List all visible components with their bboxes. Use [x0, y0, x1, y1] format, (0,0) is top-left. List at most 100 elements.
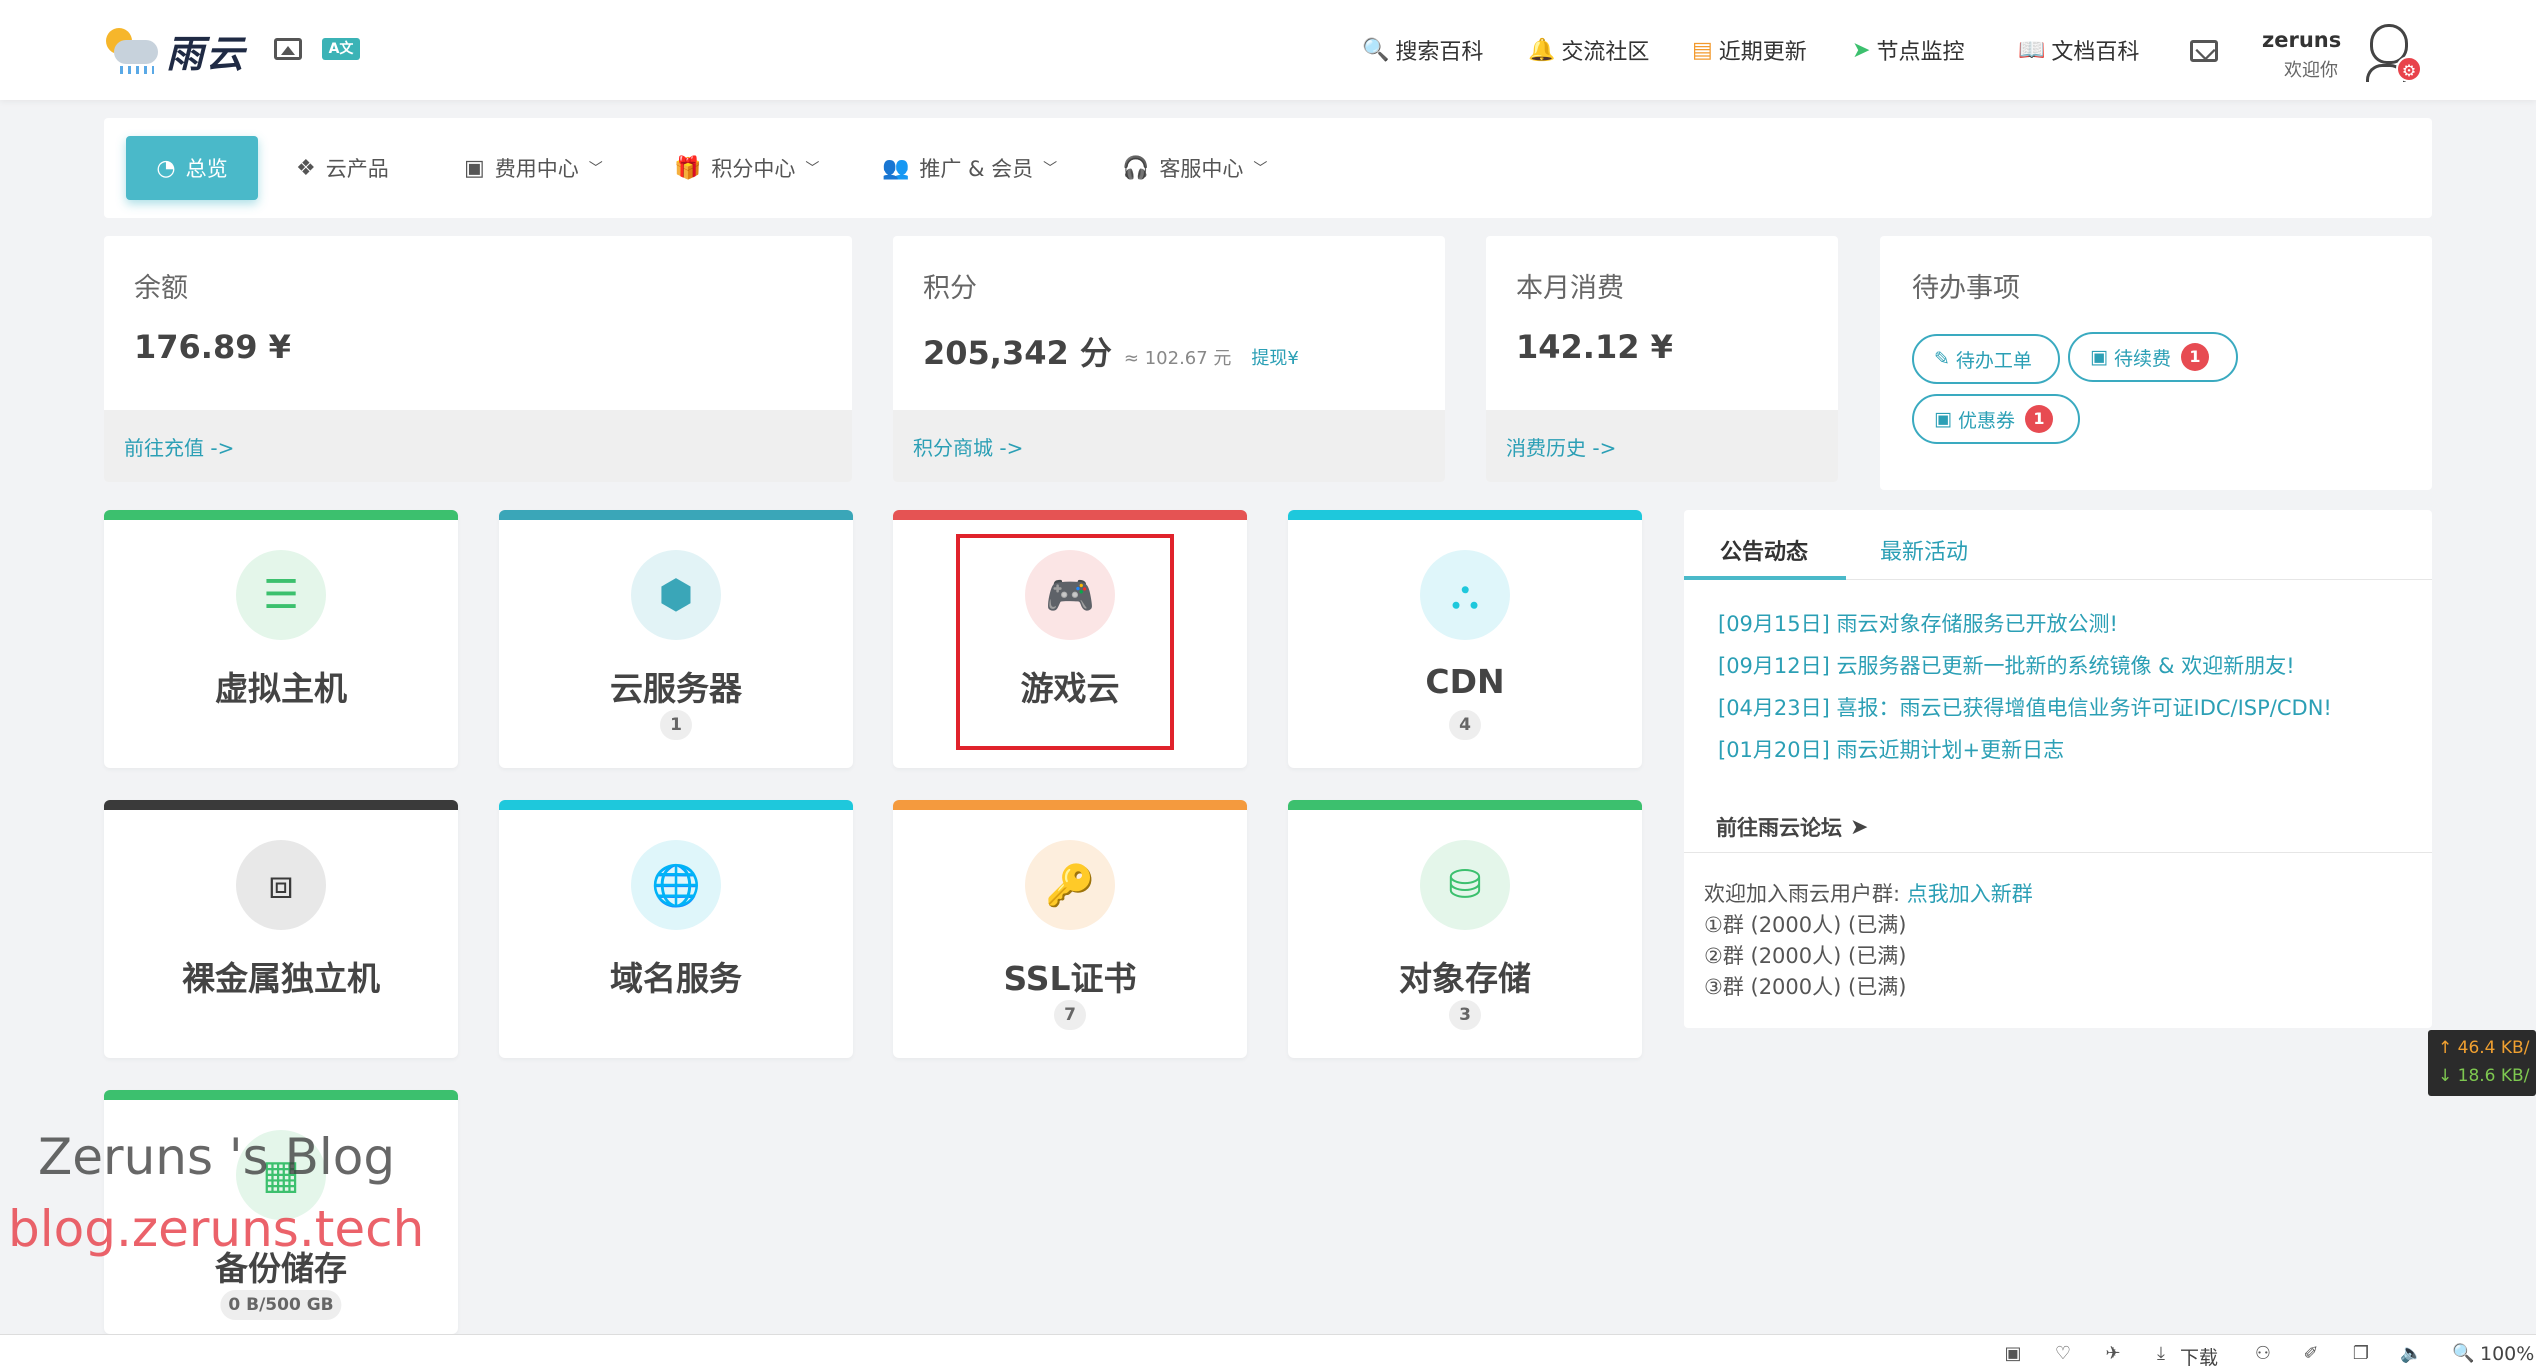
coupon-button[interactable]: ▣ 优惠券 1 — [1912, 394, 2080, 444]
avatar[interactable]: ⚙ — [2364, 20, 2422, 82]
tile-cdn[interactable]: ⛬ CDN 4 — [1288, 510, 1642, 768]
balance-card: 余额 176.89 ¥ 前往充值 -> — [104, 236, 852, 482]
user-name[interactable]: zeruns — [2262, 28, 2341, 52]
tile-bare-metal[interactable]: ⧈ 裸金属独立机 — [104, 800, 458, 1058]
headset-icon: 🎧 — [1122, 155, 1150, 181]
nav-promotion[interactable]: 👥 推广 & 会员 ﹀ — [882, 136, 1057, 200]
users-icon: 👥 — [882, 155, 910, 181]
zoom-level[interactable]: 100% — [2480, 1343, 2534, 1365]
monthly-spend-label: 本月消费 — [1516, 273, 1624, 304]
image-icon[interactable] — [274, 38, 302, 60]
join-group-link[interactable]: 点我加入新群 — [1907, 882, 2033, 906]
points-approx: ≈ 102.67 元 — [1123, 348, 1232, 369]
nav-cloud-products[interactable]: ❖ 云产品 — [296, 136, 389, 200]
gamepad-small-icon[interactable]: ⚇ — [2252, 1343, 2274, 1365]
count-badge: 1 — [2024, 405, 2053, 433]
network-speed-widget: ↑ 46.4 KB/ ↓ 18.6 KB/ — [2428, 1030, 2536, 1096]
pending-ticket-button[interactable]: ✎ 待办工单 — [1912, 334, 2060, 384]
nav-promotion-label: 推广 & 会员 — [919, 157, 1034, 181]
brush-icon[interactable]: ✐ — [2300, 1343, 2322, 1365]
points-label: 积分 — [923, 273, 977, 304]
recharge-link[interactable]: 前往充值 -> — [124, 432, 234, 461]
zoom-icon[interactable]: 🔍 — [2452, 1343, 2474, 1365]
cubes-icon: ❖ — [296, 155, 316, 181]
nav-cloud-products-label: 云产品 — [325, 157, 389, 181]
tile-virtual-host[interactable]: ☰ 虚拟主机 — [104, 510, 458, 768]
watermark-title: Zeruns 's Blog — [38, 1128, 396, 1186]
tile-title: CDN — [1425, 662, 1505, 701]
site-logo[interactable]: 雨云 — [100, 22, 246, 78]
points-value: 205,342 分 ≈ 102.67 元 提现¥ — [923, 334, 1299, 372]
news-item[interactable]: [04月23日] 喜报：雨云已获得增值电信业务许可证IDC/ISP/CDN! — [1718, 692, 2332, 722]
frame-icon: ⧈ — [236, 840, 326, 930]
tab-announcements[interactable]: 公告动态 — [1720, 534, 1808, 566]
news-item[interactable]: [09月12日] 云服务器已更新一批新的系统镜像 & 欢迎新朋友! — [1718, 650, 2295, 680]
window-icon[interactable]: ❐ — [2350, 1343, 2372, 1365]
spend-history-link[interactable]: 消费历史 -> — [1506, 432, 1616, 461]
tile-count: 4 — [1449, 710, 1481, 740]
withdraw-link[interactable]: 提现¥ — [1251, 344, 1298, 370]
main-nav: ◔ 总览 ❖ 云产品 ▣ 费用中心 ﹀ 🎁 积分中心 ﹀ 👥 推广 & 会员 ﹀… — [104, 118, 2432, 218]
mail-icon[interactable] — [2190, 40, 2218, 62]
tile-count: 3 — [1449, 1000, 1481, 1030]
screenshot-icon[interactable]: ▣ — [2002, 1343, 2024, 1365]
announcement-panel: 公告动态 最新活动 [09月15日] 雨云对象存储服务已开放公测! [09月12… — [1684, 510, 2432, 1028]
tile-domain-service[interactable]: 🌐 域名服务 — [499, 800, 853, 1058]
tile-count: 0 B/500 GB — [220, 1290, 342, 1320]
tile-object-storage[interactable]: ⛁ 对象存储 3 — [1288, 800, 1642, 1058]
top-header: 雨云 A文 🔍 搜索百科 🔔 交流社区 ▤ 近期更新 ➤ 节点监控 📖 文档百科… — [0, 0, 2536, 100]
network-icon: ⛬ — [1420, 550, 1510, 640]
balance-value: 176.89 ¥ — [134, 328, 291, 366]
nav-docs-label: 文档百科 — [2051, 40, 2140, 65]
heart-icon[interactable]: ♡ — [2052, 1343, 2074, 1365]
rocket-icon[interactable]: ✈ — [2102, 1343, 2124, 1365]
tile-cloud-server[interactable]: ⬢ 云服务器 1 — [499, 510, 853, 768]
nav-community[interactable]: 🔔 交流社区 — [1528, 30, 1649, 70]
globe-icon: 🌐 — [631, 840, 721, 930]
money-icon: ▣ — [2090, 346, 2108, 368]
nav-customer-service[interactable]: 🎧 客服中心 ﹀ — [1122, 136, 1267, 200]
chevron-down-icon: ﹀ — [805, 161, 820, 177]
nav-docs[interactable]: 📖 文档百科 — [2018, 30, 2139, 70]
nav-node-monitor[interactable]: ➤ 节点监控 — [1852, 30, 1964, 70]
nav-search-wiki[interactable]: 🔍 搜索百科 — [1362, 30, 1483, 70]
news-item[interactable]: [09月15日] 雨云对象存储服务已开放公测! — [1718, 608, 2118, 638]
pending-renewal-button[interactable]: ▣ 待续费 1 — [2068, 332, 2238, 382]
nav-points-label: 积分中心 — [711, 157, 796, 181]
speaker-icon[interactable]: 🔈 — [2400, 1343, 2422, 1365]
user-welcome: 欢迎你 — [2284, 60, 2338, 81]
download-label[interactable]: 下载 — [2180, 1343, 2218, 1370]
bell-icon: 🔔 — [1528, 37, 1556, 63]
group-item: ②群 (2000人) (已满) — [1704, 944, 1907, 968]
nav-monitor-label: 节点监控 — [1876, 40, 1965, 65]
nav-search-label: 搜索百科 — [1395, 40, 1484, 65]
cube-icon: ⬢ — [631, 550, 721, 640]
key-icon: 🔑 — [1025, 840, 1115, 930]
coupon-label: 优惠券 — [1957, 409, 2015, 432]
nav-billing[interactable]: ▣ 费用中心 ﹀ — [464, 136, 603, 200]
tab-latest-activities[interactable]: 最新活动 — [1880, 534, 1968, 566]
search-icon: 🔍 — [1362, 37, 1390, 63]
tile-title: 裸金属独立机 — [182, 959, 380, 998]
group-item: ③群 (2000人) (已满) — [1704, 975, 1907, 999]
group-join-line: 欢迎加入雨云用户群: 点我加入新群 — [1704, 882, 2033, 906]
nav-overview[interactable]: ◔ 总览 — [126, 136, 258, 200]
gear-icon[interactable]: ⚙ — [2396, 56, 2422, 82]
upload-speed: ↑ 46.4 KB/ — [2438, 1038, 2530, 1058]
news-item[interactable]: [01月20日] 雨云近期计划+更新日志 — [1718, 734, 2064, 764]
tile-ssl-certificate[interactable]: 🔑 SSL证书 7 — [893, 800, 1247, 1058]
chevron-down-icon: ﹀ — [1043, 161, 1058, 177]
nav-updates[interactable]: ▤ 近期更新 — [1692, 30, 1807, 70]
nav-points[interactable]: 🎁 积分中心 ﹀ — [674, 136, 819, 200]
forum-link[interactable]: 前往雨云论坛 ➤ — [1716, 812, 1868, 842]
nav-updates-label: 近期更新 — [1718, 40, 1807, 65]
pencil-icon: ✎ — [1934, 348, 1950, 370]
points-mall-link[interactable]: 积分商城 -> — [913, 432, 1023, 461]
gift-icon: 🎁 — [674, 155, 702, 181]
count-badge: 1 — [2180, 343, 2209, 371]
download-icon[interactable]: ⤓ — [2150, 1343, 2172, 1365]
monthly-spend-value: 142.12 ¥ — [1516, 328, 1673, 366]
translate-icon[interactable]: A文 — [322, 38, 360, 60]
list-icon: ▤ — [1692, 37, 1713, 63]
chevron-down-icon: ﹀ — [1253, 161, 1268, 177]
